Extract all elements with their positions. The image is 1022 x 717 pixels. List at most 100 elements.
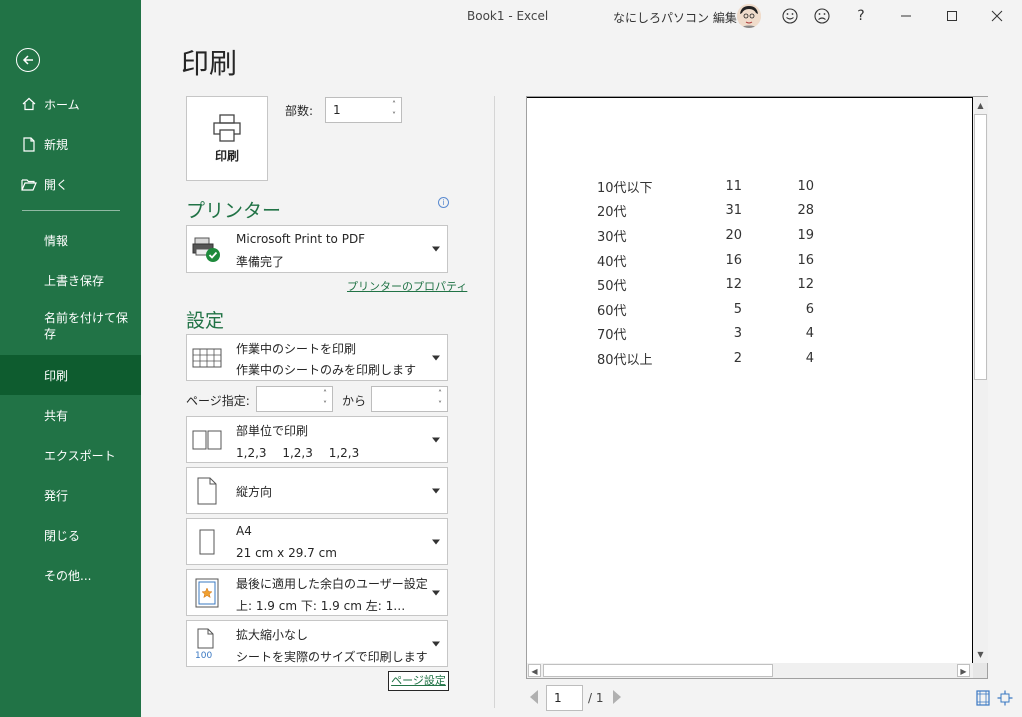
margins-description: 上: 1.9 cm 下: 1.9 cm 左: 1… [236, 599, 406, 613]
sidebar-item-open[interactable]: 開く [0, 164, 141, 204]
preview-cell-value: 12 [725, 277, 742, 293]
preview-cell-value: 5 [733, 301, 742, 317]
sidebar-item-more[interactable]: その他... [0, 555, 141, 595]
next-page-icon[interactable] [613, 690, 621, 704]
title-bar: Book1 - Excel なにしろパソコン 編集長 ? [141, 0, 1022, 34]
margins-title: 最後に適用した余白のユーザー設定 [236, 577, 428, 591]
spin-down-icon[interactable]: ˅ [435, 399, 445, 410]
close-icon[interactable] [987, 6, 1007, 26]
zoom-to-page-icon[interactable] [997, 690, 1013, 706]
printer-properties-link[interactable]: プリンターのプロパティ [347, 278, 467, 294]
scroll-left-icon[interactable]: ◀ [528, 664, 541, 677]
sheet-grid-icon [192, 343, 222, 373]
orientation-select[interactable]: 縦方向 [186, 467, 448, 514]
pane-divider [494, 96, 495, 708]
scaling-description: シートを実際のサイズで印刷します [236, 650, 428, 664]
vertical-scrollbar[interactable]: ▲ ▼ [973, 97, 988, 663]
account-name[interactable]: なにしろパソコン 編集長 [613, 9, 749, 26]
current-page-input[interactable]: 1 [546, 685, 583, 711]
show-margins-icon[interactable] [976, 690, 990, 706]
spin-up-icon[interactable]: ˄ [320, 388, 330, 399]
print-button-label: 印刷 [214, 149, 239, 163]
preview-row: 70代 3 4 [597, 322, 814, 347]
home-icon [20, 95, 38, 113]
paper-size-description: 21 cm x 29.7 cm [236, 546, 337, 560]
dropdown-arrow-icon [432, 355, 440, 360]
spin-down-icon[interactable]: ˅ [389, 110, 399, 121]
margins-select[interactable]: 最後に適用した余白のユーザー設定 上: 1.9 cm 下: 1.9 cm 左: … [186, 569, 448, 616]
scaling-select[interactable]: 100 拡大縮小なし シートを実際のサイズで印刷します [186, 620, 448, 667]
page-title: 印刷 [181, 47, 238, 80]
collation-select[interactable]: 部単位で印刷 1,2,3 1,2,3 1,2,3 [186, 416, 448, 463]
pages-from-input[interactable]: ˄ ˅ [256, 386, 333, 412]
sidebar-item-label: 印刷 [44, 368, 69, 383]
spin-up-icon[interactable]: ˄ [389, 99, 399, 110]
preview-cell-age-group: 10代以下 [597, 180, 653, 196]
sidebar-item-share[interactable]: 共有 [0, 395, 141, 435]
help-icon[interactable]: ? [851, 6, 871, 26]
scroll-up-icon[interactable]: ▲ [974, 99, 987, 112]
svg-text:100: 100 [195, 651, 212, 660]
sidebar-item-info[interactable]: 情報 [0, 220, 141, 260]
new-document-icon [20, 135, 38, 153]
dropdown-arrow-icon [432, 641, 440, 646]
horizontal-scrollbar[interactable]: ◀ ▶ [527, 663, 973, 678]
sidebar-item-publish[interactable]: 発行 [0, 475, 141, 515]
dropdown-arrow-icon [432, 590, 440, 595]
copies-input[interactable]: 1 ˄ ˅ [325, 97, 402, 123]
sidebar-item-save-as[interactable]: 名前を付けて保存 [0, 300, 141, 352]
dropdown-arrow-icon [432, 437, 440, 442]
dropdown-arrow-icon [432, 488, 440, 493]
spin-up-icon[interactable]: ˄ [435, 388, 445, 399]
vertical-scroll-thumb[interactable] [974, 114, 987, 380]
preview-cell-value: 16 [725, 252, 742, 268]
sidebar-item-home[interactable]: ホーム [0, 84, 141, 124]
frown-feedback-icon[interactable] [812, 6, 832, 26]
back-button[interactable] [16, 48, 40, 72]
preview-cell-value: 19 [797, 227, 814, 243]
maximize-icon[interactable] [942, 6, 962, 26]
horizontal-scroll-thumb[interactable] [543, 664, 773, 677]
sidebar-item-print[interactable]: 印刷 [0, 355, 141, 395]
sidebar-item-label: 開く [44, 177, 69, 192]
sidebar-item-label: 名前を付けて保存 [44, 311, 129, 341]
minimize-icon[interactable] [896, 6, 916, 26]
print-button[interactable]: 印刷 [186, 96, 268, 181]
sidebar-item-label: その他... [44, 568, 92, 583]
preview-table: 10代以下 11 10 20代 31 28 30代 20 19 40代 16 16 50代 12 12 60代… [597, 174, 814, 371]
print-scope-select[interactable]: 作業中のシートを印刷 作業中のシートのみを印刷します [186, 334, 448, 381]
printer-select[interactable]: Microsoft Print to PDF 準備完了 [186, 225, 448, 273]
pages-to-input[interactable]: ˄ ˅ [371, 386, 448, 412]
pages-to-label: から [342, 394, 367, 408]
avatar[interactable] [737, 4, 761, 28]
sidebar-item-close[interactable]: 閉じる [0, 515, 141, 555]
paper-size-select[interactable]: A4 21 cm x 29.7 cm [186, 518, 448, 565]
sidebar-item-label: 情報 [44, 233, 69, 248]
printer-ready-icon [192, 234, 222, 264]
no-scaling-icon: 100 [192, 628, 222, 660]
sidebar-item-export[interactable]: エクスポート [0, 435, 141, 475]
preview-cell-age-group: 20代 [597, 205, 627, 221]
sidebar-item-new[interactable]: 新規 [0, 124, 141, 164]
pages-label: ページ指定: [186, 394, 250, 408]
preview-cell-value: 3 [733, 326, 742, 342]
window-title: Book1 - Excel [467, 9, 549, 23]
printer-name: Microsoft Print to PDF [236, 232, 366, 246]
dropdown-arrow-icon [432, 539, 440, 544]
page-setup-link[interactable]: ページ設定 [388, 671, 449, 691]
print-scope-title: 作業中のシートを印刷 [236, 342, 357, 356]
previous-page-icon[interactable] [530, 690, 538, 704]
preview-cell-value: 11 [725, 178, 742, 194]
preview-cell-age-group: 50代 [597, 279, 627, 295]
portrait-page-icon [192, 476, 222, 506]
scroll-down-icon[interactable]: ▼ [974, 648, 987, 661]
sidebar-item-label: エクスポート [44, 448, 116, 463]
info-icon[interactable]: i [438, 197, 449, 208]
spin-down-icon[interactable]: ˅ [320, 399, 330, 410]
preview-cell-value: 16 [797, 252, 814, 268]
preview-cell-value: 6 [805, 301, 814, 317]
sidebar-item-save[interactable]: 上書き保存 [0, 260, 141, 300]
smile-feedback-icon[interactable] [780, 6, 800, 26]
preview-row: 60代 5 6 [597, 297, 814, 322]
scroll-right-icon[interactable]: ▶ [957, 664, 970, 677]
